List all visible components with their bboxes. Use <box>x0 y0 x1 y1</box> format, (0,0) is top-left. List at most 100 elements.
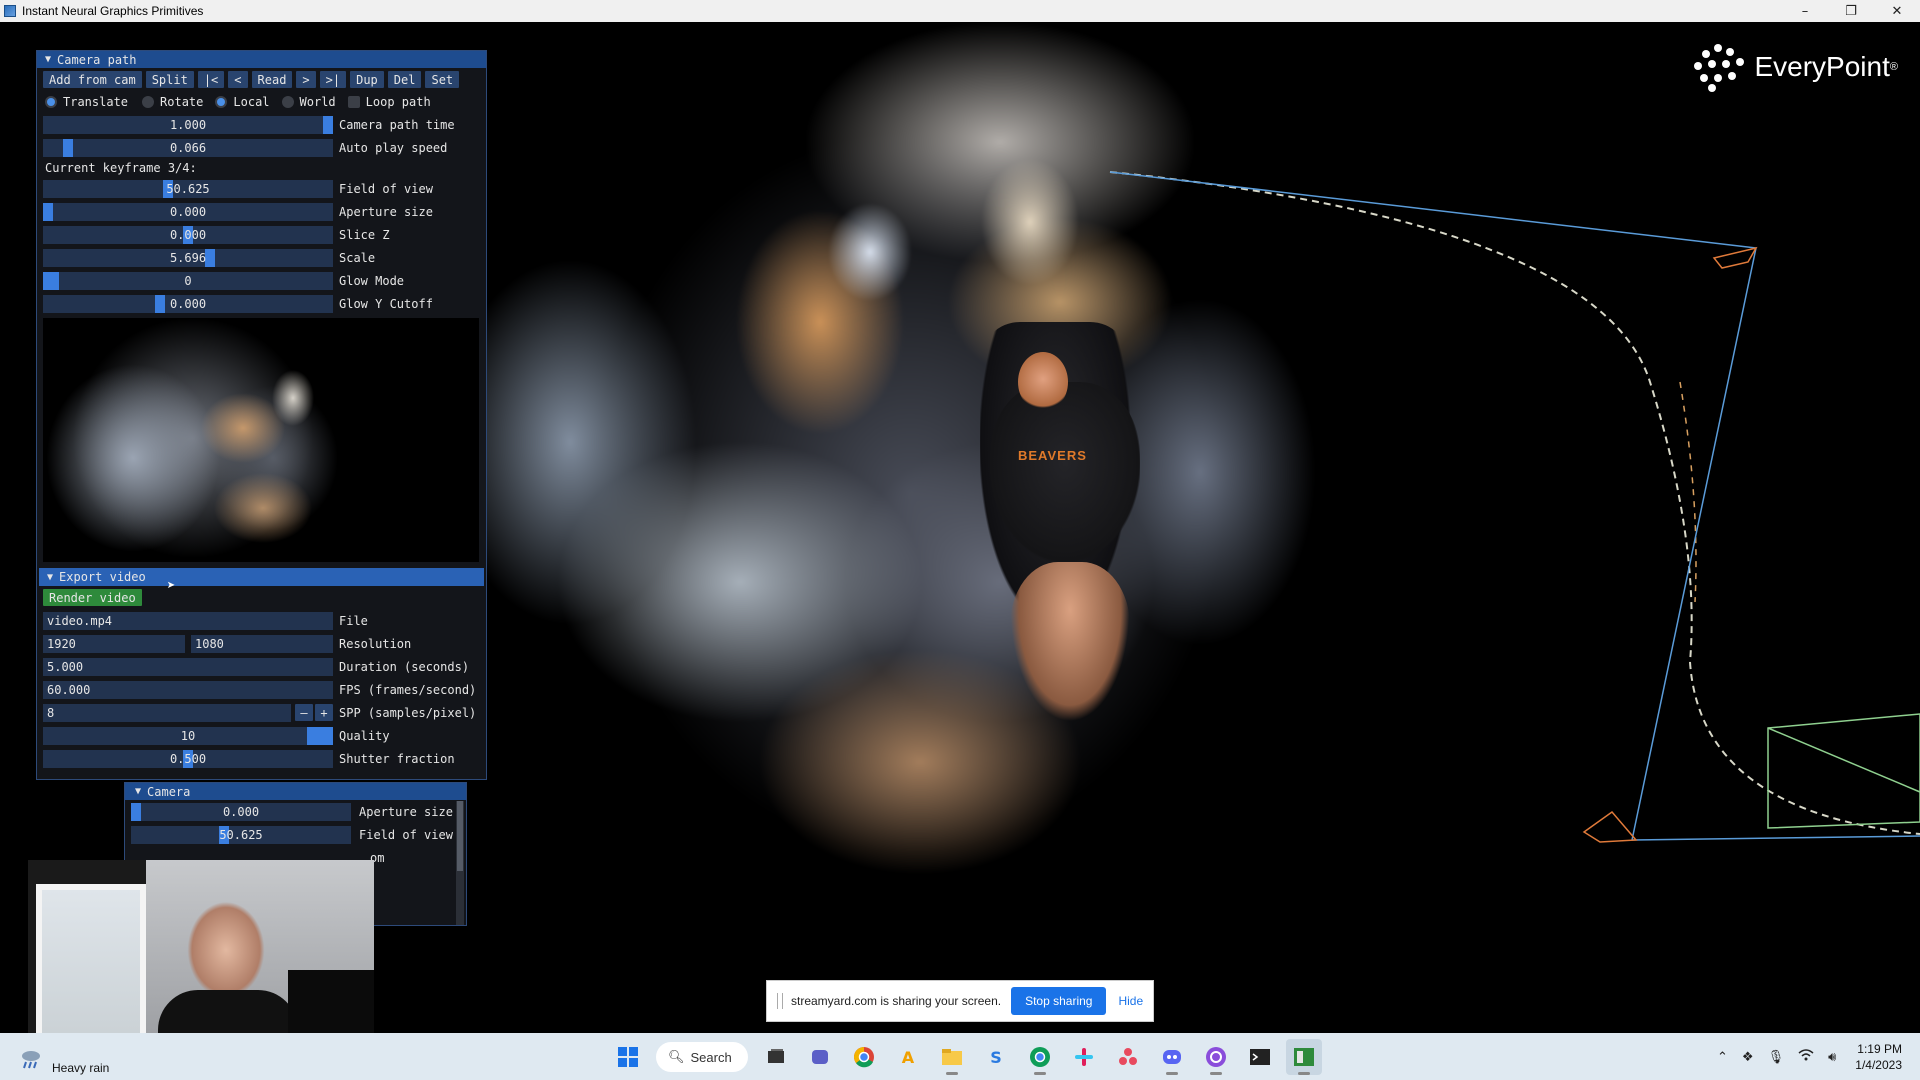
cluster-icon[interactable] <box>1110 1039 1146 1075</box>
camera-fov-row: 50.625 Field of view <box>125 823 466 846</box>
clock-date: 1/4/2023 <box>1855 1058 1902 1072</box>
drag-handle-icon[interactable] <box>777 993 783 1009</box>
render-video-button[interactable]: Render video <box>43 589 142 606</box>
loop-path-checkbox[interactable] <box>347 96 360 108</box>
slider-grab[interactable] <box>131 802 141 821</box>
slice-z-label: Slice Z <box>339 227 390 242</box>
glow-y-cutoff-slider[interactable]: 0.000 <box>43 294 333 313</box>
chrome-profile-icon[interactable] <box>1022 1039 1058 1075</box>
weather-widget[interactable]: Heavy rain <box>20 1043 109 1075</box>
start-icon[interactable] <box>610 1039 646 1075</box>
slider-grab[interactable] <box>43 271 59 290</box>
slider-value: 50.625 <box>219 827 263 842</box>
streamyard-icon[interactable]: S <box>978 1039 1014 1075</box>
slider-grab[interactable] <box>205 248 215 267</box>
acrobat-icon[interactable]: A <box>890 1039 926 1075</box>
camera-header[interactable]: ▼ Camera <box>125 783 466 800</box>
camera-path-time-slider[interactable]: 1.000 <box>43 115 333 134</box>
microphone-icon[interactable]: 🎙︎ <box>1768 1050 1785 1065</box>
speaker-icon[interactable]: 🔊︎ <box>1828 1050 1836 1065</box>
slider-grab[interactable] <box>43 202 53 221</box>
del-button[interactable]: Del <box>387 71 422 88</box>
camera-path-header[interactable]: ▼ Camera path <box>37 51 486 68</box>
search-icon: 🔍︎ <box>668 1049 685 1064</box>
stop-sharing-button[interactable]: Stop sharing <box>1011 987 1107 1015</box>
resolution-height-input[interactable]: 1080 <box>191 634 333 653</box>
task-view-icon[interactable] <box>758 1039 794 1075</box>
wifi-icon[interactable] <box>1798 1048 1814 1066</box>
ngp-app-icon[interactable] <box>1286 1039 1322 1075</box>
prev-keyframe-button[interactable]: < <box>228 71 248 88</box>
resolution-width-input[interactable]: 1920 <box>43 634 185 653</box>
weather-label: Heavy rain <box>52 1061 110 1075</box>
spp-input[interactable]: 8 <box>43 703 291 722</box>
field-of-view-label: Field of view <box>339 181 433 196</box>
slack-icon[interactable] <box>1066 1039 1102 1075</box>
slice-z-slider[interactable]: 0.000 <box>43 225 333 244</box>
minimize-button[interactable]: – <box>1782 0 1828 22</box>
slider-grab[interactable] <box>63 138 73 157</box>
camera-fov-slider[interactable]: 50.625 <box>131 825 351 844</box>
slider-grab[interactable] <box>155 294 165 313</box>
scrollbar-thumb[interactable] <box>457 801 463 871</box>
field-of-view-slider[interactable]: 50.625 <box>43 179 333 198</box>
clock[interactable]: 1:19 PM 1/4/2023 <box>1855 1041 1902 1073</box>
add-from-cam-button[interactable]: Add from cam <box>43 71 142 88</box>
chevron-up-icon[interactable]: ⌃ <box>1717 1050 1728 1065</box>
dropbox-icon[interactable]: ❖ <box>1742 1050 1754 1065</box>
resolution-label: Resolution <box>339 636 412 651</box>
webcam-window-background <box>36 884 146 1052</box>
local-radio[interactable] <box>215 96 228 108</box>
transform-mode-row: Translate Rotate Local World Loop path <box>37 91 486 113</box>
camera-path-toolbar: Add from cam Split |< < Read > >| Dup De… <box>37 68 486 91</box>
slider-grab[interactable] <box>307 726 333 745</box>
last-keyframe-button[interactable]: >| <box>319 71 347 88</box>
rotate-radio[interactable] <box>142 96 155 108</box>
export-video-header[interactable]: ▼ Export video <box>39 568 484 586</box>
file-explorer-icon[interactable] <box>934 1039 970 1075</box>
fps-input[interactable]: 60.000 <box>43 680 333 699</box>
file-input[interactable]: video.mp4 <box>43 611 333 630</box>
shutter-fraction-slider[interactable]: 0.500 <box>43 749 333 768</box>
discord-icon[interactable] <box>1154 1039 1190 1075</box>
slider-grab[interactable] <box>323 115 333 134</box>
aperture-size-slider[interactable]: 0.000 <box>43 202 333 221</box>
camera-aperture-slider[interactable]: 0.000 <box>131 802 351 821</box>
spp-decrement-button[interactable]: – <box>295 704 313 721</box>
scale-slider[interactable]: 5.696 <box>43 248 333 267</box>
hide-button[interactable]: Hide <box>1118 994 1143 1008</box>
read-button[interactable]: Read <box>251 71 293 88</box>
world-radio[interactable] <box>281 96 294 108</box>
auto-play-speed-slider[interactable]: 0.066 <box>43 138 333 157</box>
close-button[interactable]: ✕ <box>1874 0 1920 22</box>
bounding-box-diagonal <box>1767 727 1920 793</box>
scale-row: 5.696 Scale <box>37 246 486 269</box>
restore-button[interactable]: ❐ <box>1828 0 1874 22</box>
chrome-icon[interactable] <box>846 1039 882 1075</box>
spp-increment-button[interactable]: + <box>315 704 333 721</box>
terminal-icon[interactable] <box>1242 1039 1278 1075</box>
field-of-view-row: 50.625 Field of view <box>37 177 486 200</box>
translate-radio[interactable] <box>45 96 57 108</box>
duration-input[interactable]: 5.000 <box>43 657 333 676</box>
system-tray: ⌃ ❖ 🎙︎ 🔊︎ 1:19 PM 1/4/2023 <box>1710 1039 1902 1075</box>
teams-icon[interactable] <box>802 1039 838 1075</box>
obs-icon[interactable] <box>1198 1039 1234 1075</box>
window-titlebar[interactable]: Instant Neural Graphics Primitives – ❐ ✕ <box>0 0 1920 22</box>
glow-mode-slider[interactable]: 0 <box>43 271 333 290</box>
first-keyframe-button[interactable]: |< <box>197 71 225 88</box>
quality-label: Quality <box>339 728 390 743</box>
camera-frustum-top <box>1712 246 1758 269</box>
taskbar-search[interactable]: 🔍︎ Search <box>656 1042 748 1072</box>
split-button[interactable]: Split <box>145 71 194 88</box>
next-keyframe-button[interactable]: > <box>296 71 316 88</box>
file-row: video.mp4 File <box>37 609 486 632</box>
set-button[interactable]: Set <box>425 71 460 88</box>
camera-panel-scrollbar[interactable] <box>456 801 464 925</box>
camera-fov-label: Field of view <box>359 827 453 842</box>
collapse-triangle-icon: ▼ <box>45 54 52 65</box>
everypoint-logo-mark <box>1692 44 1746 92</box>
world-label: World <box>299 95 336 109</box>
dup-button[interactable]: Dup <box>350 71 384 88</box>
quality-slider[interactable]: 10 <box>43 726 333 745</box>
